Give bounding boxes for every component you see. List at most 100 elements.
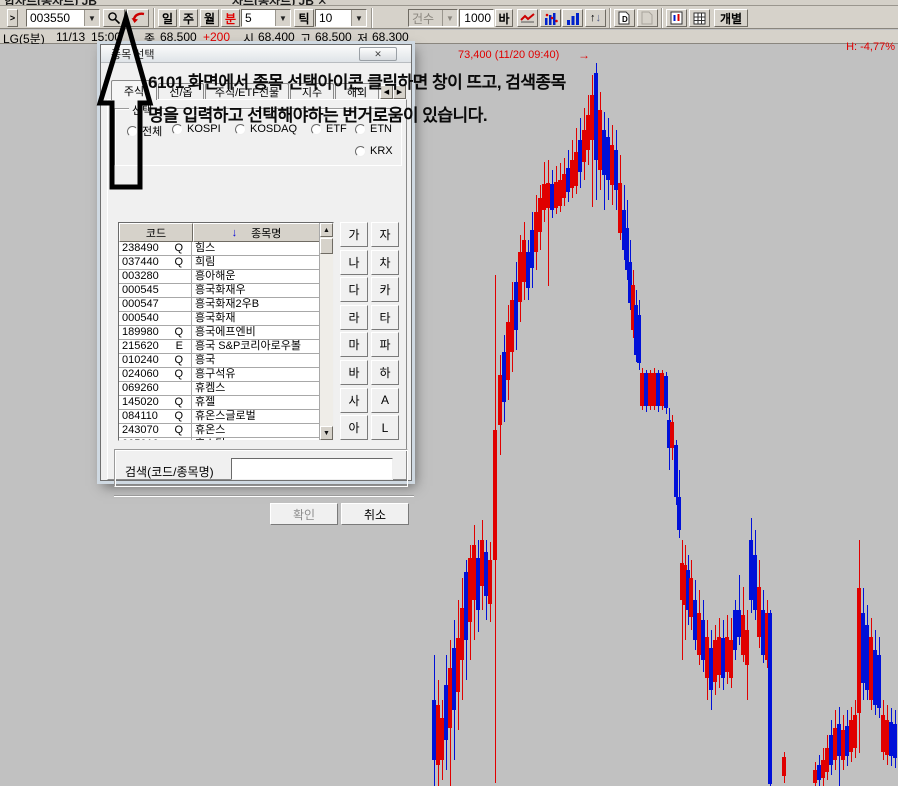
svg-text:D: D (622, 15, 628, 24)
letter-button-A[interactable]: A (371, 388, 399, 413)
line-chart-button[interactable] (517, 9, 538, 27)
table-row[interactable]: 215620E흥국 S&P코리아로우볼 (119, 340, 320, 354)
minute-combo-value: 5 (242, 11, 275, 25)
period-minute-button[interactable]: 분 (221, 9, 240, 27)
cell-code: 000545 (119, 284, 192, 297)
annotation-text: 6101 화면에서 종목 선택아이콘 클릭하면 창이 뜨고, 검색종목 명을 입… (148, 66, 566, 132)
new-document-icon: D (618, 11, 631, 25)
cell-name: 휴스틸 (192, 438, 319, 441)
annotation-line1: 6101 화면에서 종목 선택아이콘 클릭하면 창이 뜨고, 검색종목 (148, 66, 566, 99)
scroll-down-icon[interactable]: ▼ (320, 426, 333, 440)
cell-code: 000547 (119, 298, 192, 311)
letter-button-바[interactable]: 바 (340, 360, 368, 385)
cell-name: 희림 (192, 256, 319, 269)
candle-body (853, 715, 857, 748)
market-flag: Q (174, 256, 191, 269)
letter-button-카[interactable]: 카 (371, 277, 399, 302)
bar-dot-chart-button[interactable] (540, 9, 561, 27)
search-label: 검색(코드/종목명) (125, 463, 214, 480)
bar-count-input[interactable] (459, 9, 494, 27)
cell-name: 흥국 (192, 354, 319, 367)
candle-body (488, 560, 492, 604)
toolbar-separator (609, 8, 611, 28)
sort-updown-button[interactable]: ↑↓ (585, 9, 606, 27)
individual-button[interactable]: 개별 (714, 9, 748, 27)
cell-name: 휴온스글로벌 (192, 410, 319, 423)
letter-button-사[interactable]: 사 (340, 388, 368, 413)
cancel-button[interactable]: 취소 (341, 503, 409, 525)
market-flag: Q (174, 424, 191, 437)
letter-button-다[interactable]: 다 (340, 277, 368, 302)
table-row[interactable]: 084110Q휴온스글로벌 (119, 410, 320, 424)
table-row[interactable]: 000540흥국화재 (119, 312, 320, 326)
table-body: 238490Q힘스037440Q희림003280흥아해운000545흥국화재우0… (119, 242, 320, 441)
chevron-down-icon[interactable]: ▼ (351, 10, 366, 26)
chevron-down-icon: ▼ (442, 10, 457, 26)
drawn-arrow-annotation (0, 0, 170, 200)
period-week-button[interactable]: 주 (179, 9, 198, 27)
market-flag (183, 270, 191, 283)
candle-body (877, 655, 881, 708)
scroll-up-icon[interactable]: ▲ (320, 223, 333, 237)
cell-code: 084110Q (119, 410, 192, 423)
letter-button-타[interactable]: 타 (371, 305, 399, 330)
letter-button-파[interactable]: 파 (371, 332, 399, 357)
annotation-line2: 명을 입력하고 선택해야하는 번거로움이 있습니다. (148, 99, 566, 132)
letter-button-아[interactable]: 아 (340, 415, 368, 440)
minute-combo[interactable]: 5 ▼ (241, 9, 291, 27)
cell-code: 238490Q (119, 242, 192, 255)
cell-name: 흥국 S&P코리아로우볼 (192, 340, 319, 353)
cell-code: 145020Q (119, 396, 192, 409)
scrollbar-thumb[interactable] (320, 238, 333, 254)
table-row[interactable]: 010240Q흥국 (119, 354, 320, 368)
table-row[interactable]: 069260휴켐스 (119, 382, 320, 396)
volume-chart-button[interactable] (562, 9, 583, 27)
table-row[interactable]: 238490Q힘스 (119, 242, 320, 256)
ok-button[interactable]: 확인 (270, 503, 338, 525)
tick-button[interactable]: 틱 (294, 9, 314, 27)
candle-document-button[interactable] (666, 9, 687, 27)
table-row[interactable]: 000545흥국화재우 (119, 284, 320, 298)
letter-button-라[interactable]: 라 (340, 305, 368, 330)
letter-button-가[interactable]: 가 (340, 222, 368, 247)
letter-button-차[interactable]: 차 (371, 250, 399, 275)
cell-name: 휴젤 (192, 396, 319, 409)
table-row[interactable]: 037440Q희림 (119, 256, 320, 270)
market-flag (183, 312, 191, 325)
toolbar-separator (661, 8, 663, 28)
search-input[interactable] (231, 458, 393, 480)
letter-button-하[interactable]: 하 (371, 360, 399, 385)
letter-button-grid: 가자나차다카라타마파바하사A아L (340, 222, 400, 441)
cell-name: 흥국화재2우B (192, 298, 319, 311)
stock-table: 코드 ↓ 종목명 238490Q힘스037440Q희림003280흥아해운000… (118, 222, 334, 441)
tick-combo[interactable]: 10 ▼ (315, 9, 367, 27)
table-row[interactable]: 145020Q휴젤 (119, 396, 320, 410)
cell-code: 003280 (119, 270, 192, 283)
grid-table-button[interactable] (689, 9, 710, 27)
letter-button-마[interactable]: 마 (340, 332, 368, 357)
table-row[interactable]: 024060Q흥구석유 (119, 368, 320, 382)
high-price-marker: 73,400 (11/20 09:40) (458, 49, 559, 61)
dialog-close-button[interactable]: ✕ (359, 47, 397, 61)
bar-unit-button[interactable]: 바 (495, 9, 513, 27)
table-row[interactable]: 243070Q휴온스 (119, 424, 320, 438)
table-scrollbar[interactable]: ▲ ▼ (319, 223, 333, 440)
table-row[interactable]: 189980Q흥국에프엔비 (119, 326, 320, 340)
letter-button-나[interactable]: 나 (340, 250, 368, 275)
letter-button-자[interactable]: 자 (371, 222, 399, 247)
table-row[interactable]: 005010휴스틸 (119, 438, 320, 441)
table-row[interactable]: 003280흥아해운 (119, 270, 320, 284)
period-month-button[interactable]: 월 (200, 9, 219, 27)
chevron-down-icon[interactable]: ▼ (275, 10, 290, 26)
info-high: 68,500 (315, 30, 352, 44)
market-flag: Q (174, 368, 191, 381)
cell-code: 243070Q (119, 424, 192, 437)
table-row[interactable]: 000547흥국화재2우B (119, 298, 320, 312)
column-header-name[interactable]: ↓ 종목명 (193, 223, 320, 242)
radio-krx[interactable]: KRX (355, 145, 393, 157)
tick-combo-value: 10 (316, 11, 351, 25)
new-document-button[interactable]: D (614, 9, 635, 27)
letter-button-L[interactable]: L (371, 415, 399, 440)
column-header-code[interactable]: 코드 (119, 223, 193, 242)
toolbar-separator (371, 8, 373, 28)
